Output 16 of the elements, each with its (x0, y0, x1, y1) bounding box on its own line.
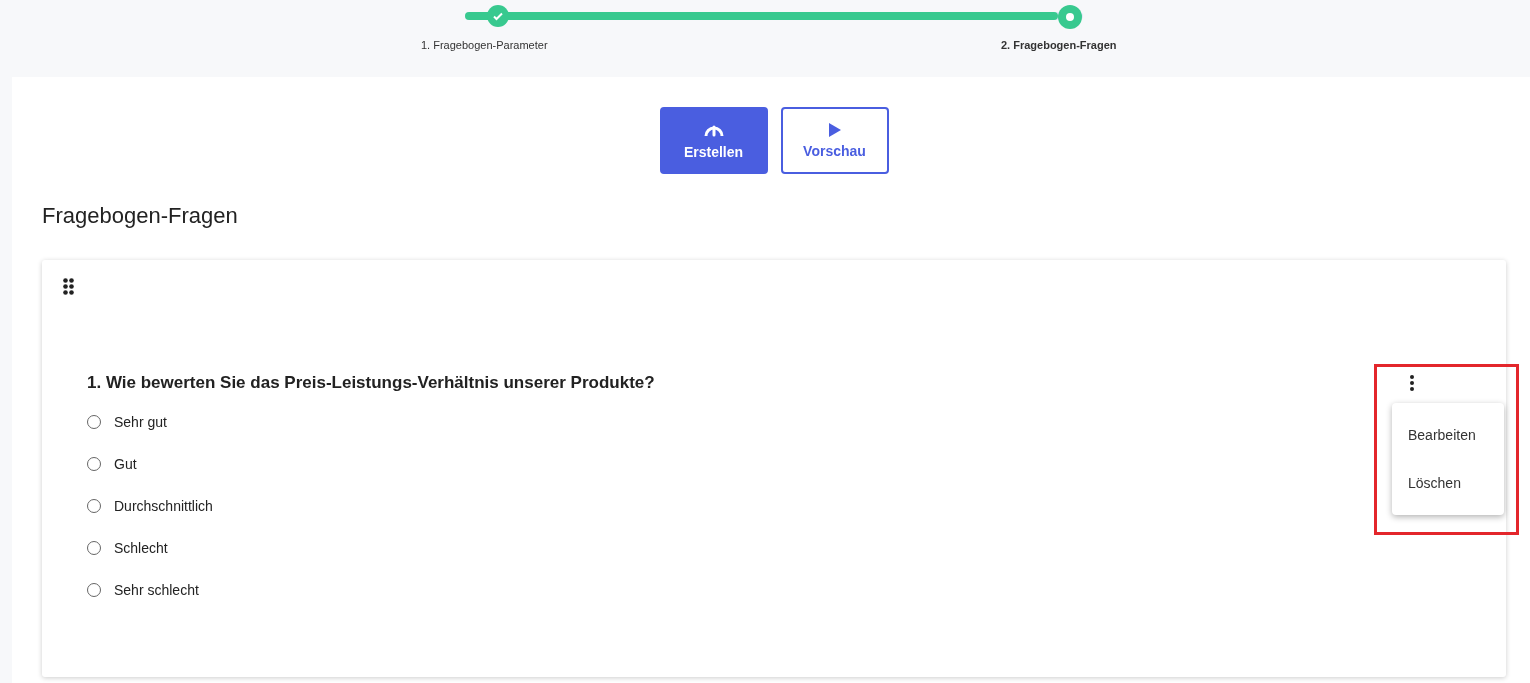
preview-button[interactable]: Vorschau (780, 107, 889, 174)
option-label: Schlecht (114, 540, 168, 556)
play-icon (828, 122, 841, 137)
menu-item[interactable]: Löschen (1392, 459, 1504, 507)
section-title: Fragebogen-Fragen (42, 203, 239, 229)
option-label: Durchschnittlich (114, 498, 213, 514)
menu-item[interactable]: Bearbeiten (1392, 411, 1504, 459)
create-button[interactable]: Erstellen (659, 107, 768, 174)
step-label: 2. Fragebogen-Fragen (1001, 39, 1117, 51)
more-vertical-icon (1410, 375, 1414, 391)
option-label: Gut (114, 456, 137, 472)
option-label: Sehr gut (114, 414, 167, 430)
step-label: 1. Fragebogen-Parameter (421, 39, 548, 51)
question-text: 1. Wie bewerten Sie das Preis-Leistungs-Verhältnis unserer Produkte? (87, 373, 655, 393)
drag-handle-icon[interactable] (63, 278, 75, 295)
option-label: Sehr schlecht (114, 582, 199, 598)
